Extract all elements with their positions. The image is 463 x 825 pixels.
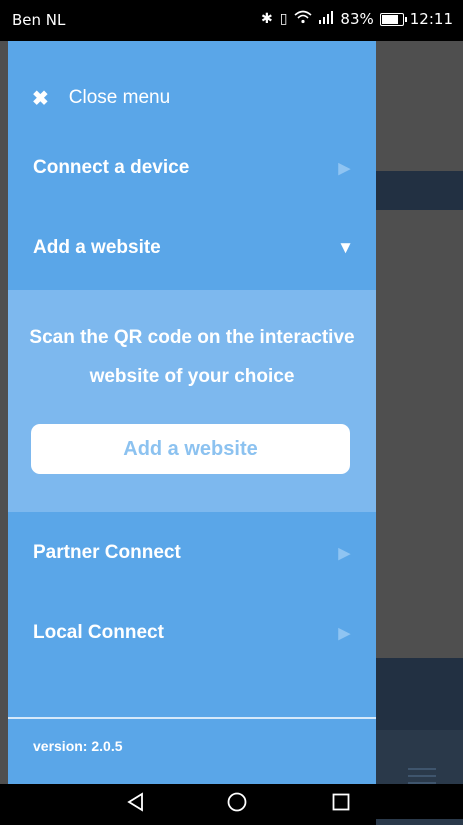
clock: 12:11 [409,10,453,28]
chevron-right-icon: ▶ [338,545,350,562]
back-icon[interactable] [125,791,147,813]
app-version: version: 2.0.5 [33,738,123,754]
wifi-icon [294,10,312,28]
signal-icon [318,10,334,28]
menu-item-label: Partner Connect [33,542,181,563]
close-menu-button[interactable]: ✖ Close menu [8,81,376,115]
add-website-description: Scan the QR code on the interactive webs… [29,327,355,387]
home-icon[interactable] [226,791,248,813]
menu-item-label: Add a website [33,237,161,258]
add-website-panel: Scan the QR code on the interactive webs… [8,290,376,512]
status-icons: ✱ ▯ 83% 12:11 [261,10,453,28]
chevron-right-icon: ▶ [338,160,350,177]
add-website-button[interactable]: Add a website [31,424,350,474]
recents-icon[interactable] [330,791,352,813]
chevron-right-icon: ▶ [338,625,350,642]
menu-item-label: Connect a device [33,157,190,178]
navigation-drawer: ✖ Close menu Connect a device ▶ Add a we… [8,41,376,784]
divider [8,717,376,719]
app-header-band [376,171,463,210]
bluetooth-icon: ✱ [260,11,274,27]
system-nav-bar [0,784,463,819]
battery-icon [379,12,407,26]
vibrate-icon: ▯ [279,11,289,27]
caret-down-icon: ▼ [337,238,354,257]
menu-item-add-website[interactable]: Add a website ▼ [8,228,376,268]
menu-item-local-connect[interactable]: Local Connect ▶ [8,613,376,653]
battery-percent: 83% [340,10,374,28]
menu-item-label: Local Connect [33,622,164,643]
close-menu-label: Close menu [68,87,171,108]
carrier-name: Ben NL [12,11,66,29]
menu-item-connect-device[interactable]: Connect a device ▶ [8,148,376,188]
close-icon: ✖ [32,87,49,110]
status-bar: Ben NL ✱ ▯ 83% 12:11 [0,0,463,41]
app-footer-band [376,658,463,730]
menu-item-partner-connect[interactable]: Partner Connect ▶ [8,533,376,573]
